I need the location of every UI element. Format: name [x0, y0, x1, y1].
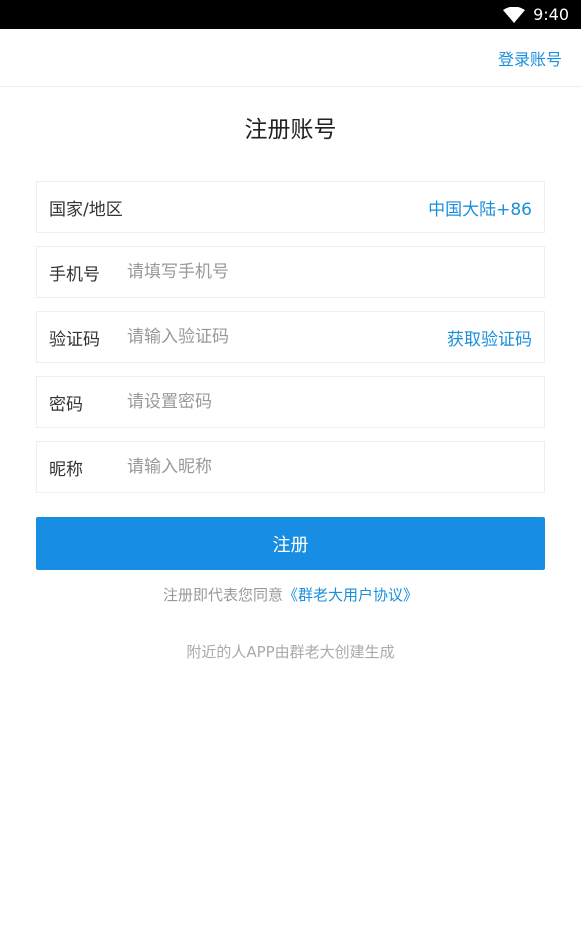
- get-code-button[interactable]: 获取验证码: [447, 325, 532, 350]
- code-input[interactable]: [127, 327, 447, 347]
- status-bar: 9:40: [0, 0, 581, 29]
- user-agreement-link[interactable]: 《群老大用户协议》: [283, 586, 418, 604]
- phone-label: 手机号: [49, 264, 100, 285]
- password-label: 密码: [49, 394, 83, 415]
- footer-note: 附近的人APP由群老大创建生成: [186, 643, 395, 661]
- page-title: 注册账号: [244, 117, 337, 143]
- region-selector[interactable]: 中国大陆+86: [428, 195, 532, 220]
- nickname-row: 昵称: [36, 441, 545, 493]
- nickname-input[interactable]: [127, 457, 532, 477]
- region-label: 国家/地区: [49, 199, 123, 220]
- register-button[interactable]: 注册: [36, 517, 545, 570]
- phone-input[interactable]: [127, 262, 532, 282]
- top-bar: 登录账号: [0, 29, 581, 87]
- wifi-icon: [503, 6, 526, 23]
- code-label: 验证码: [49, 329, 100, 350]
- agreement-prefix: 注册即代表您同意: [162, 586, 283, 604]
- code-row: 验证码 获取验证码: [36, 311, 545, 363]
- phone-row: 手机号: [36, 246, 545, 298]
- password-input[interactable]: [127, 392, 532, 412]
- agreement-text: 注册即代表您同意《群老大用户协议》: [0, 584, 581, 605]
- password-row: 密码: [36, 376, 545, 428]
- login-account-link[interactable]: 登录账号: [498, 46, 562, 70]
- region-row[interactable]: 国家/地区 中国大陆+86: [36, 181, 545, 233]
- status-time: 9:40: [533, 5, 569, 24]
- nickname-label: 昵称: [49, 459, 83, 480]
- register-form: 国家/地区 中国大陆+86 手机号 验证码 获取验证码 密码 昵称: [36, 181, 545, 493]
